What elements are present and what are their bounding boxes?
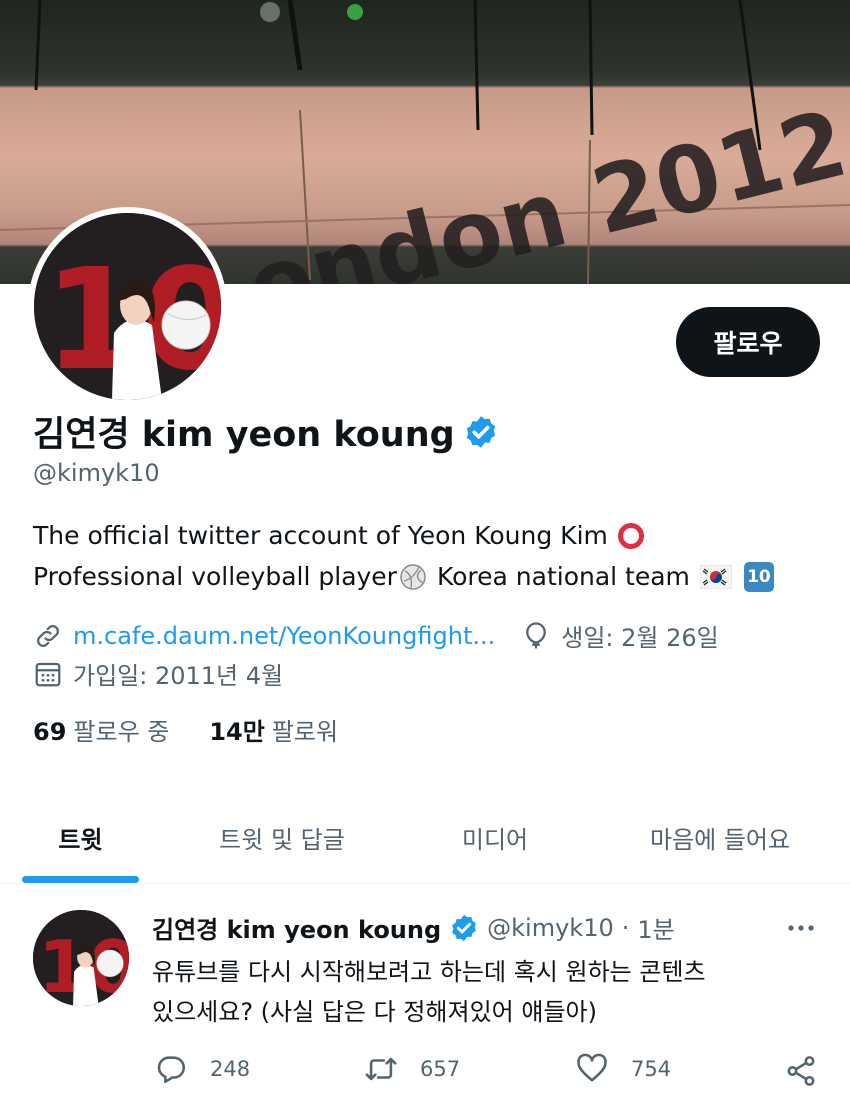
following-count-link[interactable]: 69 팔로우 중 <box>33 712 169 747</box>
profile-bio: The official twitter account of Yeon Kou… <box>33 515 833 597</box>
more-icon[interactable] <box>786 918 816 938</box>
tab-media[interactable]: 미디어 <box>430 790 560 884</box>
red-circle-emoji-icon <box>617 522 644 549</box>
link-icon <box>37 624 59 647</box>
profile-website-link[interactable]: m.cafe.daum.net/YeonKoungfight... <box>73 622 495 650</box>
followers-count-link[interactable]: 14만 팔로워 <box>209 712 338 747</box>
retweet-icon <box>365 1057 397 1081</box>
heart-icon <box>577 1053 607 1082</box>
tweet-text: 유튜브를 다시 시작해보려고 하는데 혹시 원하는 콘텐츠 있으세요? (사실 … <box>152 952 832 1032</box>
tweet-header: 김연경 kim yeon koung @kimyk10 · 1분 <box>152 910 675 945</box>
balloon-icon <box>526 621 547 648</box>
followers-label: 팔로워 <box>271 718 339 746</box>
tab-tweets-and-replies[interactable]: 트윗 및 답글 <box>192 790 372 884</box>
tweet-avatar[interactable]: 10 <box>33 910 129 1006</box>
bio-line-1: The official twitter account of Yeon Kou… <box>33 521 608 550</box>
profile-birthday: 생일: 2월 26일 <box>561 624 719 652</box>
like-count: 754 <box>631 1057 672 1081</box>
following-count: 69 <box>33 718 67 746</box>
display-name-text: 김연경 kim yeon koung <box>33 415 455 455</box>
reply-count: 248 <box>210 1057 251 1081</box>
calendar-icon <box>35 662 61 686</box>
profile-handle: @kimyk10 <box>33 459 160 487</box>
tweet-author-name[interactable]: 김연경 kim yeon koung <box>152 910 441 945</box>
profile-meta-row-1: m.cafe.daum.net/YeonKoungfight... 생일: 2월… <box>33 618 719 653</box>
profile-meta-row-2: 가입일: 2011년 4월 <box>33 656 283 691</box>
verified-badge-icon <box>452 914 477 941</box>
tweet-avatar-image: 10 <box>33 910 129 1006</box>
profile-display-name: 김연경 kim yeon koung <box>33 406 499 457</box>
following-label: 팔로우 중 <box>73 718 170 746</box>
tweet-time[interactable]: 1분 <box>637 910 674 945</box>
profile-avatar[interactable]: 10 <box>28 207 227 406</box>
tweet-text-line-2: 있으세요? (사실 답은 다 정해져있어 얘들아) <box>152 998 597 1026</box>
tweet-text-line-1: 유튜브를 다시 시작해보려고 하는데 혹시 원하는 콘텐츠 <box>152 958 706 986</box>
keycap-ten-emoji-icon: 10 <box>743 561 774 592</box>
profile-tabs: 트윗 트윗 및 답글 미디어 마음에 들어요 <box>0 790 850 884</box>
retweet-action[interactable]: 657 <box>364 1052 460 1086</box>
banner-text: London 2012 <box>181 90 850 284</box>
tab-tweets[interactable]: 트윗 <box>22 790 139 884</box>
bio-line-2b: Korea national team <box>436 562 690 591</box>
profile-counts: 69 팔로우 중 14만 팔로워 <box>33 712 378 747</box>
tweet-separator-dot: · <box>621 913 630 942</box>
reply-action[interactable]: 248 <box>154 1052 250 1086</box>
active-tab-indicator <box>22 876 139 883</box>
profile-joined-date: 가입일: 2011년 4월 <box>73 662 284 690</box>
retweet-count: 657 <box>420 1057 461 1081</box>
tab-likes[interactable]: 마음에 들어요 <box>620 790 820 884</box>
verified-badge-icon <box>466 415 495 448</box>
tweet-author-handle[interactable]: @kimyk10 <box>487 914 614 942</box>
reply-icon <box>157 1056 186 1084</box>
volleyball-emoji-icon <box>400 563 426 590</box>
avatar-image: 10 <box>34 213 221 400</box>
followers-count: 14만 <box>209 718 265 746</box>
share-icon[interactable] <box>784 1054 818 1088</box>
like-action[interactable]: 754 <box>575 1052 671 1086</box>
follow-button[interactable]: 팔로우 <box>676 307 820 377</box>
korea-flag-emoji-icon <box>699 564 732 589</box>
bio-line-2a: Professional volleyball player <box>33 562 397 591</box>
